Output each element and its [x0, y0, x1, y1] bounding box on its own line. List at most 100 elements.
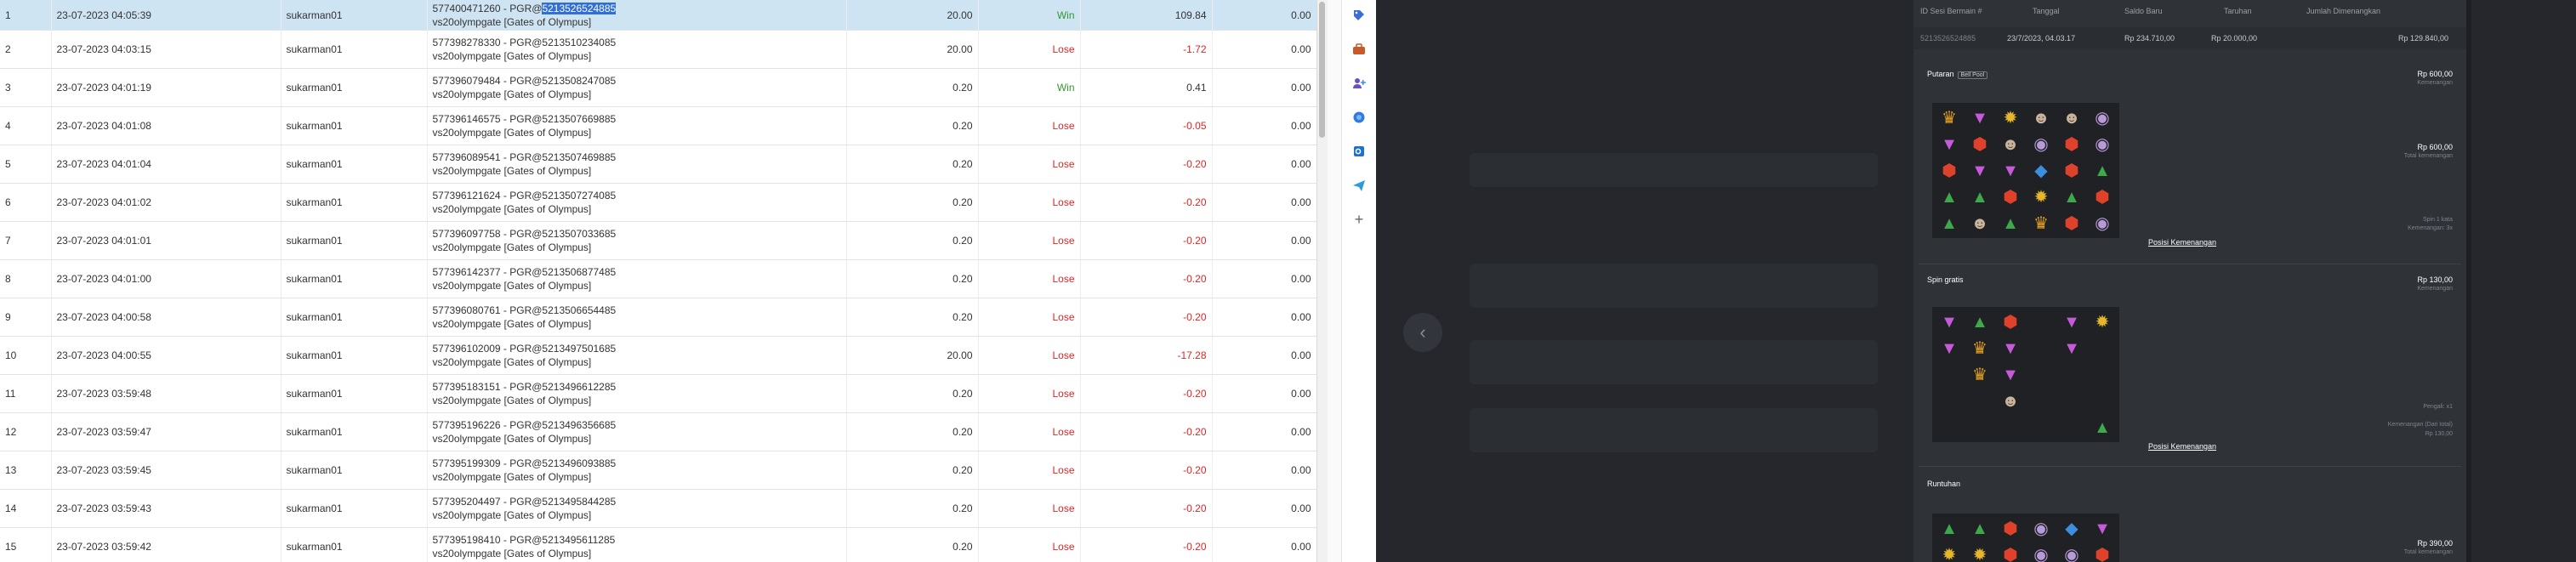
row-username: sukarman01: [281, 412, 428, 451]
transaction-id[interactable]: 577396142377 - PGR@5213506877485: [433, 265, 841, 279]
empty-cell: [2088, 362, 2117, 387]
row-date: 23-07-2023 03:59:48: [51, 374, 281, 413]
transaction-id[interactable]: 577395196226 - PGR@5213496356685: [433, 418, 841, 432]
table-row[interactable]: 2 23-07-2023 04:03:15 sukarman01 5773982783…: [0, 30, 1316, 69]
row-win-loss: -0.20: [1080, 374, 1213, 413]
crown-gem-icon: ♛: [1972, 338, 1987, 358]
table-row[interactable]: 14 23-07-2023 03:59:43 sukarman01 577395204…: [0, 489, 1316, 528]
row-result: Lose: [978, 489, 1081, 528]
table-scrollbar[interactable]: [1316, 0, 1328, 562]
purple-gem-icon: ▼: [1941, 134, 1958, 154]
table-row[interactable]: 13 23-07-2023 03:59:45 sukarman01 577395199…: [0, 451, 1316, 490]
row-date: 23-07-2023 03:59:45: [51, 451, 281, 490]
purple-gem-icon: ▼: [2002, 161, 2019, 180]
green-gem-icon: ▲: [1941, 187, 1958, 207]
row-jackpot: 0.00: [1212, 30, 1316, 69]
transaction-id[interactable]: 577395198410 - PGR@5213495611285: [433, 533, 841, 547]
transaction-id[interactable]: 577396121624 - PGR@5213507274085: [433, 189, 841, 202]
row-result: Lose: [978, 145, 1081, 184]
row-jackpot: 0.00: [1212, 0, 1316, 31]
row-win-loss: -0.20: [1080, 412, 1213, 451]
gold-gem-icon: ✹: [2095, 312, 2110, 332]
row-result: Lose: [978, 30, 1081, 69]
row-jackpot: 0.00: [1212, 298, 1316, 337]
row-username: sukarman01: [281, 106, 428, 145]
transaction-id[interactable]: 577396097758 - PGR@5213507033685: [433, 227, 841, 241]
toolbox-icon[interactable]: [1350, 40, 1368, 59]
row-username: sukarman01: [281, 0, 428, 31]
ring-symbol-icon: ◉: [2064, 545, 2079, 562]
tag-icon[interactable]: [1350, 6, 1368, 25]
shield-icon[interactable]: [1350, 108, 1368, 127]
transaction-id[interactable]: 577396102009 - PGR@5213497501685: [433, 342, 841, 355]
send-icon[interactable]: [1350, 176, 1368, 195]
background-placeholder: [1470, 408, 1878, 452]
row-number: 14: [0, 489, 52, 528]
row-number: 2: [0, 30, 52, 69]
purple-gem-icon: ▼: [2002, 365, 2019, 384]
table-row[interactable]: 1 23-07-2023 04:05:39 sukarman01 5774004712…: [0, 0, 1316, 31]
table-row[interactable]: 15 23-07-2023 03:59:42 sukarman01 577395198…: [0, 527, 1316, 562]
transaction-id[interactable]: 577396079484 - PGR@5213508247085: [433, 74, 841, 88]
table-row[interactable]: 11 23-07-2023 03:59:48 sukarman01 577395183…: [0, 374, 1316, 413]
transaction-id[interactable]: 577395204497 - PGR@5213495844285: [433, 495, 841, 508]
row-bet: 0.20: [846, 183, 979, 222]
table-row[interactable]: 7 23-07-2023 04:01:01 sukarman01 5773960977…: [0, 221, 1316, 260]
winning-position-link[interactable]: Posisi Kemenangan: [2148, 442, 2216, 451]
crown-gem-icon: ♛: [1942, 108, 1957, 128]
scrollbar-thumb[interactable]: [1319, 2, 1325, 138]
outlook-icon[interactable]: [1350, 142, 1368, 161]
transaction-id-prefix: 577396121624 - PGR@5213507274085: [432, 190, 617, 202]
header-balance: Saldo Baru: [2124, 7, 2163, 15]
panel-scrollbar[interactable]: [2466, 0, 2471, 562]
row-description: 577398278330 - PGR@5213510234085 vs20olym…: [427, 30, 847, 69]
empty-cell: [2027, 336, 2056, 360]
red-gem-icon: ⬢: [2003, 187, 2018, 207]
empty-cell: [2088, 336, 2117, 360]
empty-cell: [2057, 362, 2086, 387]
section2-note: Pengali: x1: [2423, 404, 2453, 410]
row-date: 23-07-2023 04:03:15: [51, 30, 281, 69]
transaction-id[interactable]: 577396080761 - PGR@5213506654485: [433, 304, 841, 317]
row-username: sukarman01: [281, 68, 428, 107]
row-username: sukarman01: [281, 183, 428, 222]
transaction-id[interactable]: 577396146575 - PGR@5213507669885: [433, 112, 841, 126]
purple-gem-icon: ▼: [2002, 338, 2019, 358]
table-row[interactable]: 3 23-07-2023 04:01:19 sukarman01 5773960794…: [0, 68, 1316, 107]
row-bet: 20.00: [846, 0, 979, 31]
table-row[interactable]: 12 23-07-2023 03:59:47 sukarman01 577395196…: [0, 412, 1316, 451]
background-placeholder: [1470, 153, 1878, 187]
table-row[interactable]: 9 23-07-2023 04:00:58 sukarman01 5773960807…: [0, 298, 1316, 337]
transaction-id[interactable]: 577395199309 - PGR@5213496093885: [433, 457, 841, 470]
row-number: 1: [0, 0, 52, 31]
transaction-id[interactable]: 577396089541 - PGR@5213507469885: [433, 150, 841, 164]
transaction-id[interactable]: 577400471260 - PGR@5213526524885: [433, 2, 841, 15]
table-row[interactable]: 6 23-07-2023 04:01:02 sukarman01 5773961216…: [0, 183, 1316, 222]
row-description: 577396097758 - PGR@5213507033685 vs20olym…: [427, 221, 847, 260]
empty-cell: [2027, 309, 2056, 334]
transaction-id[interactable]: 577398278330 - PGR@5213510234085: [433, 36, 841, 49]
session-bet: Rp 20.000,00: [2211, 34, 2258, 43]
row-username: sukarman01: [281, 298, 428, 337]
user-plus-icon[interactable]: [1350, 74, 1368, 93]
row-description: 577395204497 - PGR@5213495844285 vs20olym…: [427, 489, 847, 528]
purple-gem-icon: ▼: [2063, 338, 2080, 358]
plus-icon[interactable]: +: [1350, 210, 1368, 229]
back-button[interactable]: ‹: [1403, 313, 1442, 352]
transaction-id-prefix: 577400471260 - PGR@: [432, 2, 543, 14]
table-row[interactable]: 5 23-07-2023 04:01:04 sukarman01 5773960895…: [0, 145, 1316, 184]
ring-symbol-icon: ◉: [2095, 108, 2110, 128]
table-row[interactable]: 4 23-07-2023 04:01:08 sukarman01 5773961465…: [0, 106, 1316, 145]
row-username: sukarman01: [281, 259, 428, 298]
row-jackpot: 0.00: [1212, 489, 1316, 528]
section1-note: Kemenangan: 3x: [2408, 225, 2453, 231]
transaction-id[interactable]: 577395183151 - PGR@5213496612285: [433, 380, 841, 394]
row-number: 10: [0, 336, 52, 375]
session-row[interactable]: 5213526524885 23/7/2023, 04.03.17 Rp 234…: [1914, 27, 2466, 49]
row-jackpot: 0.00: [1212, 451, 1316, 490]
winning-position-link[interactable]: Posisi Kemenangan: [2148, 238, 2216, 247]
game-name: vs20olympgate [Gates of Olympus]: [432, 471, 592, 483]
table-row[interactable]: 8 23-07-2023 04:01:00 sukarman01 5773961423…: [0, 259, 1316, 298]
table-row[interactable]: 10 23-07-2023 04:00:55 sukarman01 577396102…: [0, 336, 1316, 375]
row-username: sukarman01: [281, 374, 428, 413]
